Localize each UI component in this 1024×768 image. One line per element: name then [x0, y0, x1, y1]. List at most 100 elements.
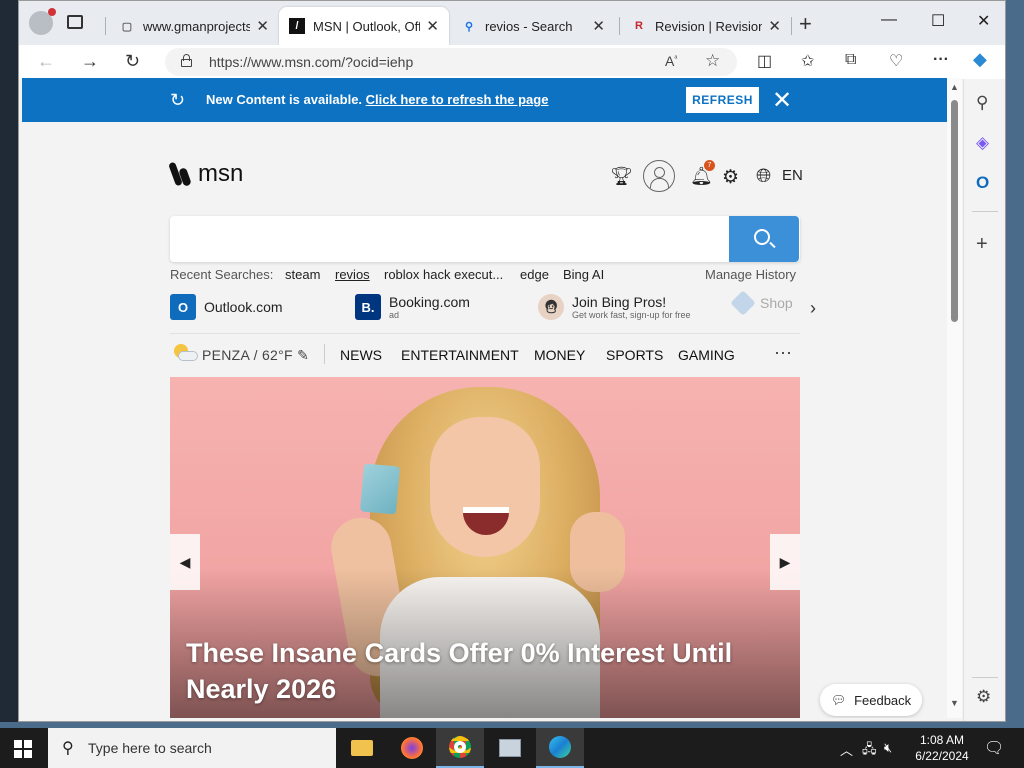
file-explorer-icon[interactable] [338, 728, 386, 768]
more-options-icon[interactable]: ··· [774, 342, 792, 363]
tab-revision[interactable]: R Revision | Revision ✕ [621, 7, 791, 45]
desktop-left-edge [0, 0, 18, 722]
add-sidebar-icon[interactable]: + [976, 233, 988, 256]
firefox-icon[interactable] [388, 728, 436, 768]
notification-center-icon[interactable]: 🗨︎ [984, 738, 1004, 758]
chevron-right-icon[interactable]: › [810, 298, 816, 319]
volume-muted-icon[interactable]: 🔇︎ [884, 740, 892, 756]
search-input[interactable] [170, 216, 800, 262]
close-window-icon[interactable]: ✕ [977, 11, 990, 31]
address-bar[interactable]: https://www.msn.com/?ocid=iehp Aᵃ ☆ [165, 48, 737, 76]
network-icon[interactable]: 🖧︎ [862, 740, 877, 762]
carousel-prev-icon[interactable]: ◀ [170, 534, 200, 590]
new-tab-icon[interactable]: + [799, 11, 812, 37]
carousel-next-icon[interactable]: ▶ [770, 534, 800, 590]
split-screen-icon[interactable]: ◫ [757, 51, 772, 71]
search-icon [754, 229, 770, 245]
recent-search-item[interactable]: edge [520, 267, 549, 282]
browser-essentials-icon[interactable]: ♡ [889, 51, 903, 71]
settings-more-icon[interactable]: ··· [933, 51, 949, 69]
quick-link-outlook[interactable]: O Outlook.com [170, 294, 283, 320]
booking-icon: B. [355, 294, 381, 320]
remote-desktop-icon[interactable] [486, 728, 534, 768]
microsoft-365-icon[interactable]: ◈ [976, 133, 989, 153]
close-tab-icon[interactable]: ✕ [592, 17, 605, 35]
msn-butterfly-icon [168, 160, 192, 188]
collections-icon[interactable]: ⧉ [845, 51, 856, 69]
manage-history-link[interactable]: Manage History [705, 267, 796, 282]
recent-search-item[interactable]: steam [285, 267, 320, 282]
account-avatar[interactable] [643, 160, 675, 192]
edit-pencil-icon[interactable]: ✎ [297, 347, 309, 363]
tab-separator [619, 17, 620, 35]
globe-icon[interactable]: 🌐︎ [756, 166, 771, 188]
quick-link-bing-pros[interactable]: 👩︎ Join Bing Pros! Get work fast, sign-u… [538, 294, 691, 320]
tab-separator [791, 17, 792, 35]
quick-link-shop[interactable]: Shop [730, 290, 793, 316]
recent-search-item[interactable]: revios [335, 267, 370, 282]
chrome-icon[interactable] [436, 728, 484, 768]
nav-gaming[interactable]: GAMING [678, 347, 735, 363]
nav-sports[interactable]: SPORTS [606, 347, 663, 363]
close-tab-icon[interactable]: ✕ [256, 17, 269, 35]
edge-icon[interactable] [536, 728, 584, 768]
revision-favicon-icon: R [635, 20, 643, 32]
vertical-scrollbar[interactable]: ▲ ▼ [947, 78, 962, 718]
tab-actions-icon[interactable] [67, 15, 83, 29]
notification-count-badge: 7 [704, 160, 715, 171]
nav-entertainment[interactable]: ENTERTAINMENT [401, 347, 519, 363]
tab-revios-search[interactable]: ⚲ revios - Search ✕ [451, 7, 615, 45]
msn-logo[interactable]: msn [168, 160, 243, 188]
profile-icon[interactable] [29, 8, 56, 35]
search-favicon-icon: ⚲ [464, 20, 474, 33]
tab-gmanprojects[interactable]: ▢ www.gmanprojects. ✕ [109, 7, 279, 45]
nav-divider [324, 344, 325, 364]
system-clock[interactable]: 1:08 AM 6/22/2024 [902, 732, 982, 764]
reload-icon[interactable]: ↻ [125, 51, 140, 72]
recent-search-item[interactable]: Bing AI [563, 267, 604, 282]
recent-search-item[interactable]: roblox hack execut... [384, 267, 503, 282]
hero-headline[interactable]: These Insane Cards Offer 0% Interest Unt… [186, 635, 766, 707]
favorite-star-icon[interactable]: ☆ [705, 51, 720, 71]
refresh-button[interactable]: REFRESH [686, 87, 759, 113]
maximize-icon[interactable]: ☐ [931, 11, 945, 31]
close-tab-icon[interactable]: ✕ [426, 17, 439, 35]
minimize-icon[interactable]: — [881, 11, 897, 29]
settings-gear-icon[interactable]: ⚙ [722, 166, 739, 189]
refresh-link[interactable]: Click here to refresh the page [366, 92, 549, 107]
url-text[interactable]: https://www.msn.com/?ocid=iehp [209, 54, 413, 70]
tab-msn[interactable]: / MSN | Outlook, Offi ✕ [279, 7, 449, 45]
windows-start-icon[interactable] [14, 740, 32, 758]
copilot-icon[interactable]: ◆ [973, 49, 987, 70]
back-icon[interactable]: ← [37, 51, 55, 72]
read-aloud-icon[interactable]: Aᵃ [665, 53, 677, 69]
tab-title: Revision | Revision [655, 18, 763, 34]
show-hidden-icons-icon[interactable]: ︿ [840, 740, 853, 759]
nav-news[interactable]: NEWS [340, 347, 382, 363]
language-selector[interactable]: EN [782, 167, 803, 184]
scrollbar-thumb[interactable] [951, 100, 958, 322]
nav-money[interactable]: MONEY [534, 347, 585, 363]
outlook-icon[interactable]: O [976, 173, 989, 193]
hero-carousel[interactable]: These Insane Cards Offer 0% Interest Unt… [170, 377, 800, 718]
outlook-icon: O [170, 294, 196, 320]
refresh-icon: ↻ [170, 90, 186, 110]
sidebar-settings-icon[interactable]: ⚙ [976, 687, 991, 707]
taskbar-search[interactable]: ⚲ Type here to search [48, 728, 336, 768]
feedback-button[interactable]: 💬︎ Feedback [820, 684, 922, 716]
tab-title: revios - Search [485, 18, 573, 34]
scroll-up-icon[interactable]: ▲ [950, 82, 959, 92]
rewards-trophy-icon[interactable]: 🏆︎ [610, 166, 633, 187]
weather-location[interactable]: PENZA / 62°F ✎ [202, 347, 309, 364]
close-tab-icon[interactable]: ✕ [768, 17, 781, 35]
quick-link-booking[interactable]: B. Booking.com ad [355, 294, 470, 320]
edge-sidebar: ⚲ ◈ O + ⚙ [963, 79, 1005, 721]
favorites-icon[interactable]: ✩ [801, 51, 814, 71]
close-banner-icon[interactable]: ✕ [772, 86, 792, 115]
search-button[interactable] [729, 216, 799, 262]
forward-icon[interactable]: → [81, 51, 99, 72]
search-icon[interactable]: ⚲ [976, 93, 988, 113]
recent-searches-label: Recent Searches: [170, 267, 274, 282]
scroll-down-icon[interactable]: ▼ [950, 698, 959, 708]
lock-icon[interactable] [181, 54, 192, 67]
